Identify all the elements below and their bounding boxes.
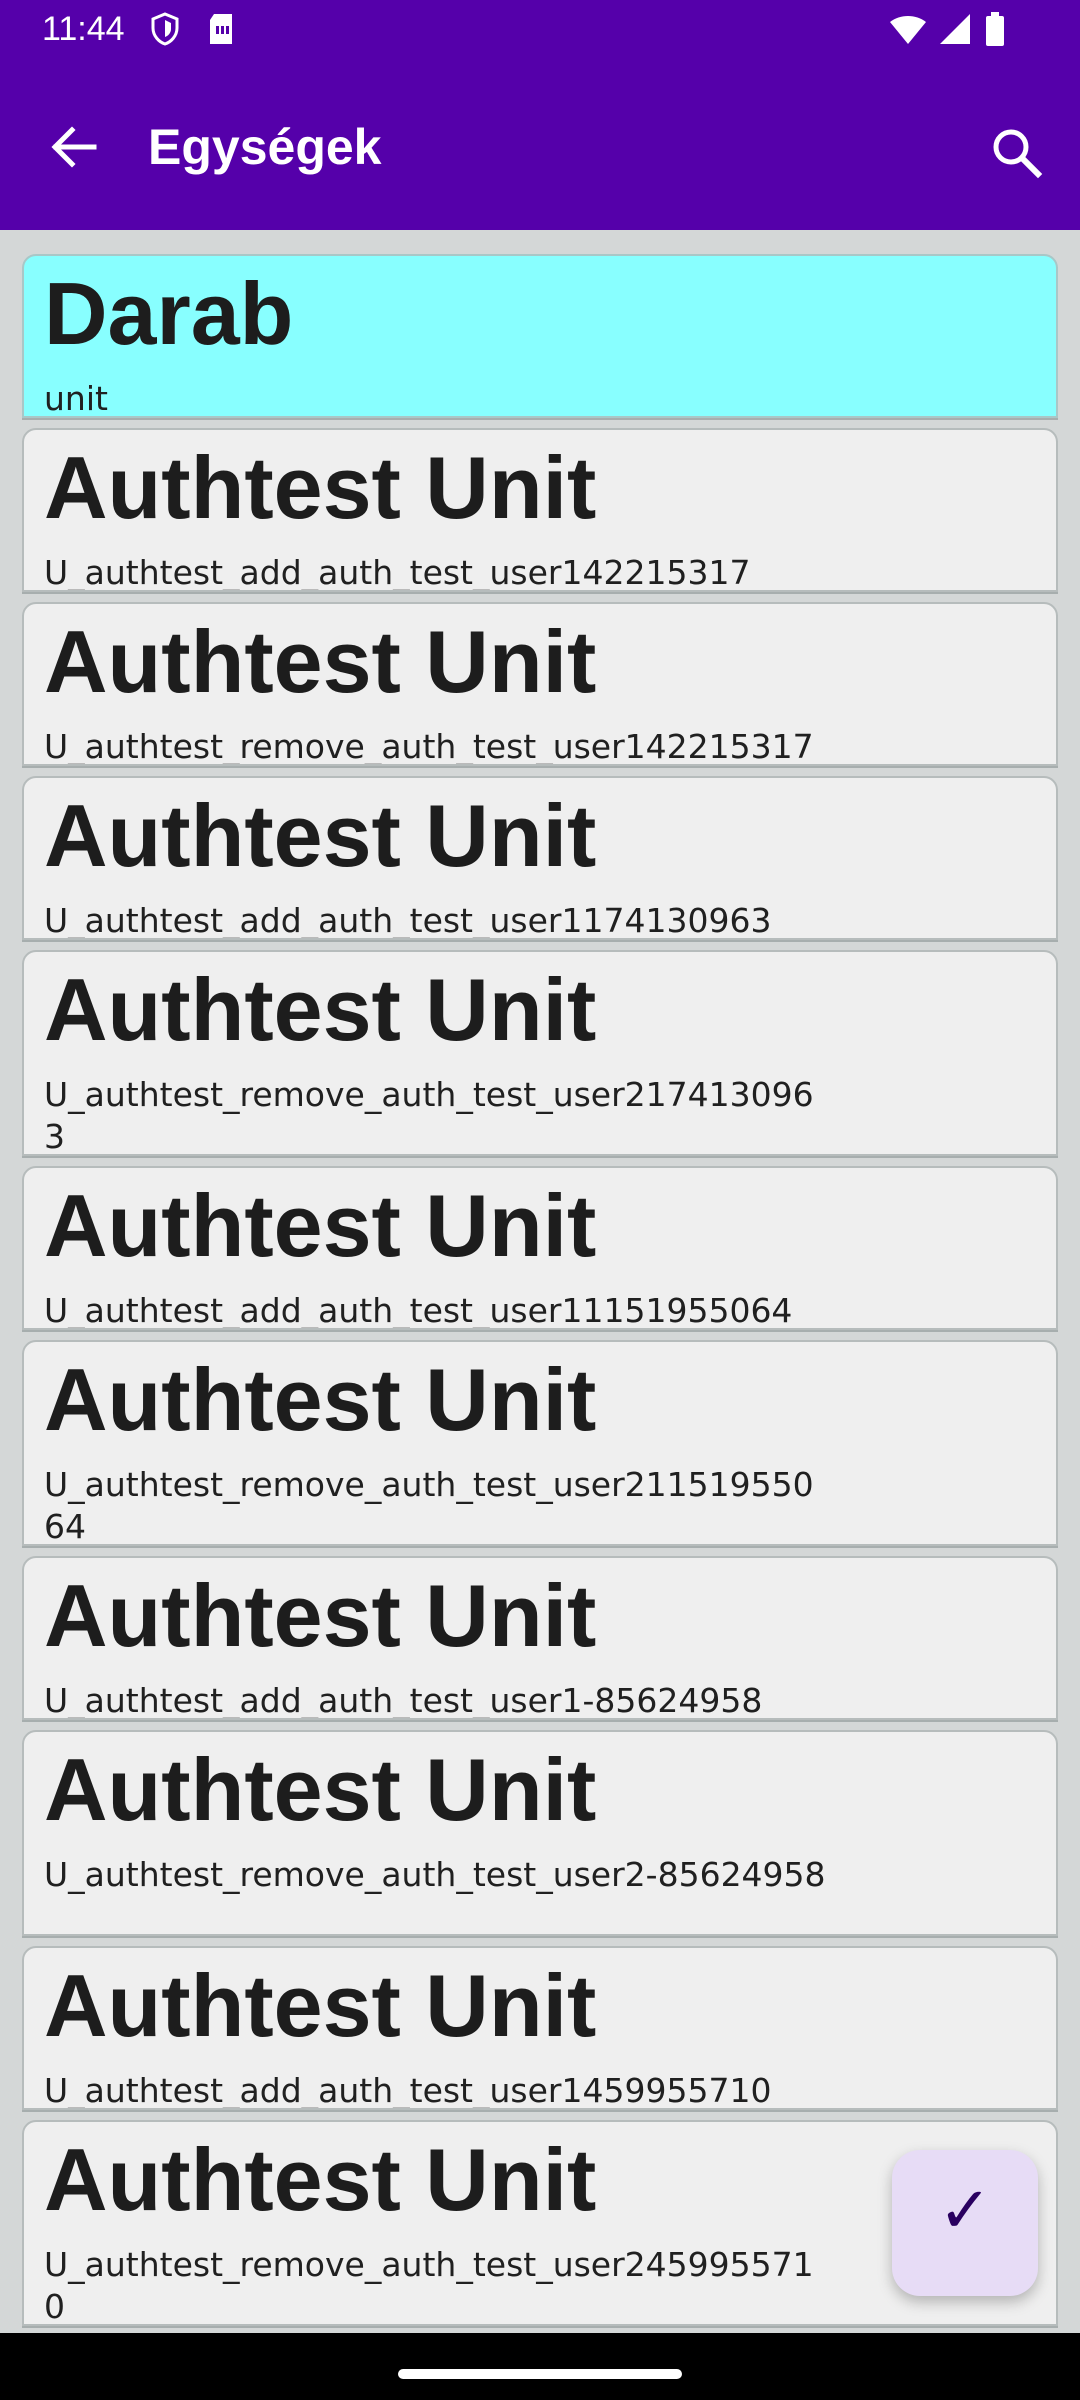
unit-item[interactable]: Authtest Unit U_authtest_add_auth_test_u… xyxy=(22,1946,1058,2110)
unit-title: Authtest Unit xyxy=(44,2130,597,2229)
unit-title: Authtest Unit xyxy=(44,1566,597,1665)
search-icon xyxy=(993,129,1043,179)
unit-item[interactable]: Authtest Unit U_authtest_add_auth_test_u… xyxy=(22,776,1058,940)
status-time: 11:44 xyxy=(42,10,125,48)
search-button[interactable] xyxy=(982,118,1052,188)
unit-title: Authtest Unit xyxy=(44,1740,597,1839)
unit-title: Authtest Unit xyxy=(44,612,597,711)
unit-subtitle: U_authtest_add_auth_test_user1459955710 xyxy=(44,2071,772,2110)
unit-subtitle: U_authtest_remove_auth_test_user2-856249… xyxy=(44,1855,826,1894)
unit-subtitle: unit xyxy=(44,379,108,418)
unit-subtitle: U_authtest_remove_auth_test_user14221531… xyxy=(44,727,814,766)
confirm-fab[interactable]: ✓ xyxy=(892,2150,1038,2296)
app-bar: Egységek xyxy=(0,60,1080,230)
signal-icon xyxy=(940,14,970,44)
unit-title: Authtest Unit xyxy=(44,1956,597,2055)
wifi-icon xyxy=(890,16,926,44)
home-gesture-handle[interactable] xyxy=(398,2369,682,2379)
unit-item[interactable]: Authtest Unit U_authtest_add_auth_test_u… xyxy=(22,428,1058,592)
unit-subtitle: U_authtest_remove_auth_test_user21151955… xyxy=(44,1465,814,1546)
unit-title: Authtest Unit xyxy=(44,1176,597,1275)
unit-subtitle: U_authtest_add_auth_test_user1-85624958 xyxy=(44,1681,763,1720)
unit-item[interactable]: Authtest Unit U_authtest_remove_auth_tes… xyxy=(22,602,1058,766)
unit-item[interactable]: Authtest Unit U_authtest_remove_auth_tes… xyxy=(22,950,1058,1156)
shield-icon xyxy=(151,12,179,46)
battery-icon xyxy=(986,12,1004,46)
unit-title: Darab xyxy=(44,264,294,363)
page-title: Egységek xyxy=(148,119,382,175)
unit-subtitle: U_authtest_add_auth_test_user142215317 xyxy=(44,553,751,592)
unit-item-darab[interactable]: Darab unit xyxy=(22,254,1058,418)
unit-subtitle: U_authtest_add_auth_test_user1174130963 xyxy=(44,901,772,940)
navigation-bar xyxy=(0,2333,1080,2400)
unit-list: Darab unit Authtest Unit U_authtest_add_… xyxy=(22,254,1058,2333)
unit-title: Authtest Unit xyxy=(44,786,597,885)
arrow-back-icon xyxy=(51,126,97,168)
status-bar: 11:44 xyxy=(0,0,1080,60)
unit-subtitle: U_authtest_remove_auth_test_user24599557… xyxy=(44,2245,814,2326)
back-button[interactable] xyxy=(40,112,110,182)
unit-list-container: Darab unit Authtest Unit U_authtest_add_… xyxy=(0,230,1080,2333)
checkmark-icon: ✓ xyxy=(938,2174,992,2248)
unit-title: Authtest Unit xyxy=(44,438,597,537)
unit-item[interactable]: Authtest Unit U_authtest_remove_auth_tes… xyxy=(22,1730,1058,1936)
unit-title: Authtest Unit xyxy=(44,1350,597,1449)
unit-item[interactable]: Authtest Unit U_authtest_remove_auth_tes… xyxy=(22,1340,1058,1546)
unit-item[interactable]: Authtest Unit U_authtest_add_auth_test_u… xyxy=(22,1166,1058,1330)
unit-item[interactable]: Authtest Unit U_authtest_add_auth_test_u… xyxy=(22,1556,1058,1720)
unit-subtitle: U_authtest_remove_auth_test_user21741309… xyxy=(44,1075,814,1156)
unit-subtitle: U_authtest_add_auth_test_user11151955064 xyxy=(44,1291,793,1330)
sim-card-icon xyxy=(210,14,232,44)
unit-title: Authtest Unit xyxy=(44,960,597,1059)
